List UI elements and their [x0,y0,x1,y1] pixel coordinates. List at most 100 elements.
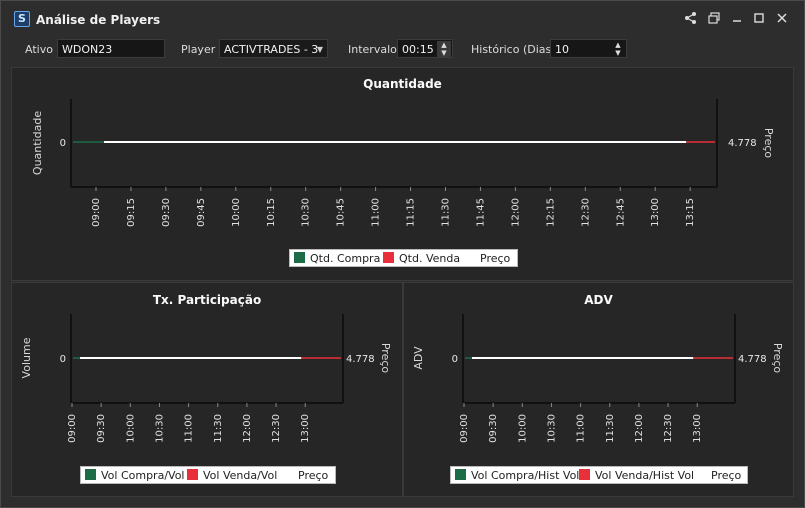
x-tick-label: 09:45 [196,198,207,227]
price-tick-label: 4.778 [346,354,375,365]
swatch-compra [85,469,96,480]
legend-label: Qtd. Compra [310,252,381,265]
title-bar: S Análise de Players [1,1,804,33]
window-title: Análise de Players [36,13,161,27]
x-tick-label: 12:30 [663,414,674,443]
x-tick-label: 12:30 [271,414,282,443]
legend-label: Preço [298,469,329,482]
x-tick-label: 10:00 [231,198,242,227]
x-tick-label: 11:15 [406,198,417,227]
filter-toolbar: Ativo WDON23 Player ACTIVTRADES - 3 ▼ In… [1,33,804,67]
x-tick-label: 11:00 [576,414,587,443]
y-axis-label: ADV [412,346,425,370]
legend-item: Vol Compra/Vol [85,467,185,484]
y2-axis-label: Preço [379,343,392,374]
swatch-compra [455,469,466,480]
swatch-preco [695,469,706,480]
x-tick-label: 09:30 [488,414,499,443]
x-tick-label: 13:00 [650,198,661,227]
y-tick-label: 0 [60,354,66,365]
x-tick-label: 13:15 [685,198,696,227]
close-icon[interactable] [775,11,789,25]
adv-legend: Vol Compra/Hist Vol Vol Venda/Hist Vol P… [450,466,748,484]
y2-axis-label: Preço [771,343,784,374]
y2-axis-label: Preço [762,128,775,159]
legend-item: Qtd. Venda [383,250,460,267]
player-value: ACTIVTRADES - 3 [224,43,319,56]
legend-item: Vol Venda/Hist Vol [579,467,694,484]
swatch-preco [282,469,293,480]
swatch-compra [294,252,305,263]
adv-panel: ADV ADV Preço 0 4.778 09:00 09:30 10:00 10:30 11… [403,282,794,497]
maximize-icon[interactable] [752,11,766,25]
analise-players-window: S Análise de Players Ativo WDON23 Player… [0,0,805,508]
spin-up-icon[interactable]: ▲ [611,41,625,49]
quantidade-panel: Quantidade Quantidade Preço 0 4.778 09:00 09:… [11,67,794,281]
spin-down-icon[interactable]: ▼ [611,49,625,57]
x-tick-label: 09:00 [91,198,102,227]
x-tick-label: 11:30 [605,414,616,443]
x-tick-label: 12:00 [242,414,253,443]
ativo-value: WDON23 [62,43,113,56]
player-label: Player [181,43,216,56]
tx-participacao-legend: Vol Compra/Vol Vol Venda/Vol Preço [80,466,336,484]
app-logo-icon: S [14,11,30,27]
intervalo-spinbox[interactable]: 00:15 ▲ ▼ [397,39,453,58]
quantidade-legend: Qtd. Compra Qtd. Venda Preço [289,249,518,267]
swatch-venda [579,469,590,480]
spin-up-icon[interactable]: ▲ [437,41,451,49]
x-tick-label: 10:30 [154,414,165,443]
x-tick-label: 11:00 [184,414,195,443]
minimize-icon[interactable] [730,11,744,25]
intervalo-stepper[interactable]: ▲ ▼ [437,41,451,57]
legend-label: Vol Compra/Hist Vol [471,469,580,482]
x-tick-label: 12:30 [580,198,591,227]
historico-value: 10 [555,43,569,56]
detach-window-icon[interactable] [707,11,721,25]
x-tick-label: 13:00 [692,414,703,443]
spin-down-icon[interactable]: ▼ [437,49,451,57]
x-tick-label: 12:15 [545,198,556,227]
y-axis-label: Quantidade [31,111,44,175]
y-tick-label: 0 [60,138,66,149]
historico-spinbox[interactable]: 10 ▲ ▼ [550,39,627,58]
intervalo-value: 00:15 [402,43,434,56]
x-tick-label: 09:00 [459,414,470,443]
legend-label: Vol Venda/Vol [203,469,278,482]
legend-item: Qtd. Compra [294,250,380,267]
x-tick-label: 09:30 [96,414,107,443]
x-tick-label: 12:00 [510,198,521,227]
x-tick-label: 10:30 [301,198,312,227]
x-tick-label: 10:45 [336,198,347,227]
player-select[interactable]: ACTIVTRADES - 3 ▼ [219,39,328,58]
price-tick-label: 4.778 [738,354,767,365]
swatch-venda [187,469,198,480]
share-icon[interactable] [684,11,698,25]
x-tick-label: 11:30 [441,198,452,227]
x-tick-label: 11:30 [213,414,224,443]
legend-item: Vol Venda/Vol [187,467,277,484]
x-tick-label: 09:30 [161,198,172,227]
y-axis-label: Volume [20,337,33,378]
x-tick-label: 09:15 [126,198,137,227]
legend-item: Preço [695,467,741,484]
x-tick-label: 13:00 [300,414,311,443]
legend-label: Vol Compra/Vol [101,469,185,482]
swatch-venda [383,252,394,263]
ativo-input[interactable]: WDON23 [57,39,165,58]
tx-participacao-chart: Volume Preço 0 4.778 09:00 09:30 10:00 10:30 11:… [20,314,392,443]
legend-label: Preço [480,252,511,265]
legend-label: Preço [711,469,742,482]
x-tick-label: 12:00 [634,414,645,443]
tx-participacao-panel: Tx. Participação Volume Preço 0 4.778 09:00 0… [11,282,403,497]
x-tick-label: 10:00 [125,414,136,443]
ativo-label: Ativo [25,43,53,56]
x-tick-label: 10:00 [517,414,528,443]
x-tick-label: 11:00 [371,198,382,227]
legend-item: Preço [282,467,328,484]
x-tick-label: 09:00 [67,414,78,443]
historico-stepper[interactable]: ▲ ▼ [611,41,625,57]
x-tick-label: 12:45 [615,198,626,227]
legend-label: Qtd. Venda [399,252,461,265]
x-tick-label: 10:30 [546,414,557,443]
